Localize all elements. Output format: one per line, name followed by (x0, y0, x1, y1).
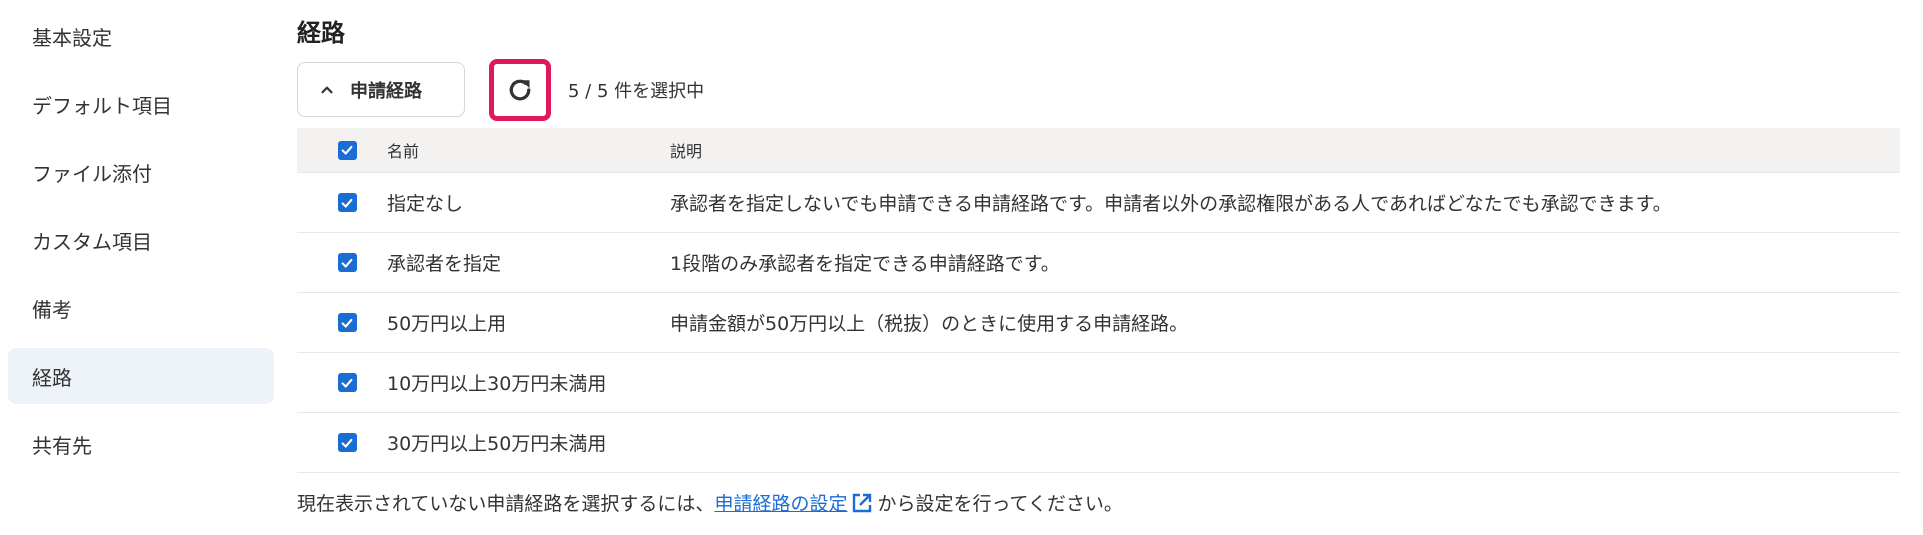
sidebar-item-default-fields[interactable]: デフォルト項目 (8, 76, 274, 132)
table-row: 30万円以上50万円未満用 (297, 413, 1900, 473)
route-table: 名前 説明 指定なし 承認者を指定しないでも申請できる申請経路です。申請者以外の… (297, 128, 1900, 473)
column-header-name: 名前 (387, 142, 420, 161)
route-toolbar: 申請経路 5 / 5 件を選択中 (297, 59, 1897, 121)
row-checkbox[interactable] (337, 313, 357, 332)
row-name: 承認者を指定 (387, 253, 502, 275)
row-description: 1段階のみ承認者を指定できる申請経路です。 (670, 253, 1060, 275)
section-title: 経路 (297, 19, 345, 47)
footer-note-after: から設定を行ってください。 (877, 493, 1123, 515)
row-name: 指定なし (387, 193, 464, 215)
row-description: 申請金額が50万円以上（税抜）のときに使用する申請経路。 (670, 313, 1189, 335)
app-root: 基本設定 デフォルト項目 ファイル添付 カスタム項目 備考 経路 共有先 経路 … (0, 0, 1923, 535)
check-icon (341, 145, 353, 155)
row-checkbox[interactable] (337, 433, 357, 452)
row-checkbox[interactable] (337, 253, 357, 272)
row-name: 50万円以上用 (387, 313, 507, 335)
sidebar-item-share[interactable]: 共有先 (8, 416, 274, 472)
sidebar-item-attachments[interactable]: ファイル添付 (8, 144, 274, 200)
check-icon (341, 198, 353, 208)
sidebar-item-custom-fields[interactable]: カスタム項目 (8, 212, 274, 268)
sidebar-item-notes[interactable]: 備考 (8, 280, 274, 336)
check-icon (341, 378, 353, 388)
check-icon (341, 318, 353, 328)
check-icon (341, 438, 353, 448)
select-all-checkbox[interactable] (337, 140, 357, 160)
refresh-button[interactable] (489, 59, 551, 121)
selected-count: 5 / 5 件を選択中 (568, 81, 705, 102)
route-collapse-button[interactable]: 申請経路 (297, 62, 465, 117)
external-link-icon[interactable] (850, 491, 874, 515)
route-settings-link[interactable]: 申請経路の設定 (714, 489, 847, 516)
sidebar: 基本設定 デフォルト項目 ファイル添付 カスタム項目 備考 経路 共有先 (8, 0, 274, 472)
chevron-up-icon (321, 86, 333, 93)
table-row: 50万円以上用 申請金額が50万円以上（税抜）のときに使用する申請経路。 (297, 293, 1900, 353)
row-name: 30万円以上50万円未満用 (387, 433, 607, 455)
row-description: 承認者を指定しないでも申請できる申請経路です。申請者以外の承認権限がある人であれ… (670, 193, 1672, 215)
row-name: 10万円以上30万円未満用 (387, 373, 607, 395)
row-checkbox[interactable] (337, 193, 357, 212)
sidebar-item-basic[interactable]: 基本設定 (8, 8, 274, 64)
sidebar-item-route[interactable]: 経路 (8, 348, 274, 404)
footer-note: 現在表示されていない申請経路を選択するには、 申請経路の設定 から設定を行ってく… (297, 489, 1123, 516)
table-row: 承認者を指定 1段階のみ承認者を指定できる申請経路です。 (297, 233, 1900, 293)
route-collapse-label: 申請経路 (350, 80, 422, 102)
table-row: 指定なし 承認者を指定しないでも申請できる申請経路です。申請者以外の承認権限があ… (297, 173, 1900, 233)
row-checkbox[interactable] (337, 373, 357, 392)
table-row: 10万円以上30万円未満用 (297, 353, 1900, 413)
refresh-icon (509, 79, 531, 101)
column-header-description: 説明 (670, 142, 703, 161)
table-header: 名前 説明 (297, 128, 1900, 173)
check-icon (341, 258, 353, 268)
footer-note-before: 現在表示されていない申請経路を選択するには、 (297, 493, 715, 515)
